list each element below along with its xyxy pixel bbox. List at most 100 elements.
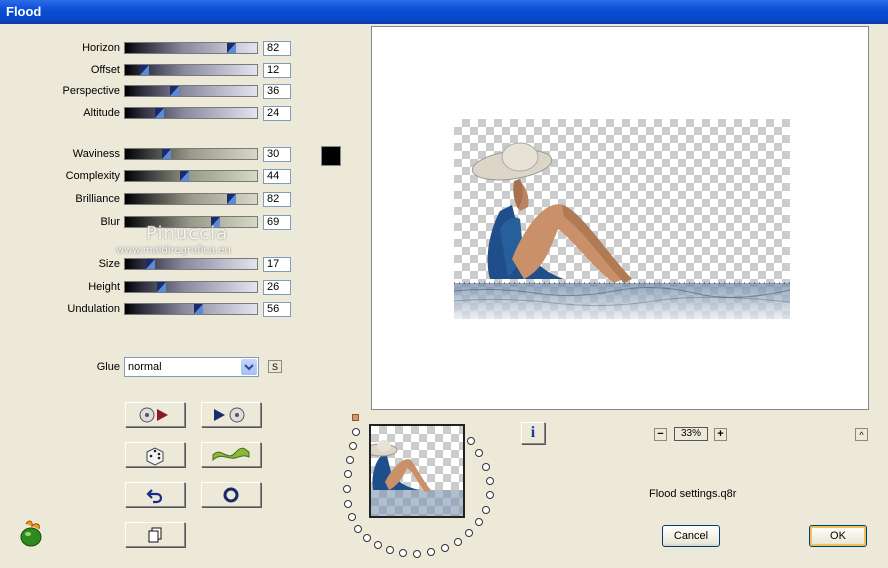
water-color-swatch[interactable] [321,146,341,166]
window-title: Flood [6,4,42,19]
open-preset-button[interactable] [125,402,185,427]
slider-row-undulation: Undulation 56 [3,302,303,318]
slider-label-box: Size [3,257,120,273]
slider-label: Horizon [82,42,120,54]
save-preset-button[interactable] [201,402,261,427]
slider-label: Offset [90,64,120,76]
flood-dialog: Flood Horizon 82 Offset 12 Perspective 36 Alti… [0,0,888,568]
zoom-in-button[interactable]: + [714,428,727,441]
open-preset-icon [139,407,168,422]
expand-up-button[interactable]: ^ [855,428,868,441]
random-dice-icon [146,446,164,466]
reset-button[interactable] [201,482,261,507]
slider-value-field[interactable]: 82 [263,41,291,56]
slider-track[interactable] [124,85,258,97]
slider-value-field[interactable]: 17 [263,257,291,272]
frame-marker [352,414,359,421]
watermark-site: www.maidiregrafica.eu [116,245,231,256]
slider-track[interactable] [124,281,258,293]
glue-s-button[interactable]: S [268,360,282,373]
slider-thumb[interactable] [227,43,236,53]
random-button[interactable] [125,442,185,467]
slider-track[interactable] [124,170,258,182]
dialog-client: Horizon 82 Offset 12 Perspective 36 Altitude 24… [3,24,885,565]
slider-label-box: Altitude [3,106,120,122]
slider-value-field[interactable]: 36 [263,84,291,99]
slider-row-complexity: Complexity 44 [3,169,303,185]
slider-value-field[interactable]: 26 [263,280,291,295]
slider-thumb[interactable] [194,304,203,314]
slider-value-field[interactable]: 30 [263,147,291,162]
slider-value-field[interactable]: 56 [263,302,291,317]
slider-label: Altitude [83,107,120,119]
ok-button[interactable]: OK [809,525,867,547]
slider-row-height: Height 26 [3,280,303,296]
slider-track[interactable] [124,42,258,54]
slider-value-field[interactable]: 24 [263,106,291,121]
slider-track[interactable] [124,258,258,270]
slider-thumb[interactable] [180,171,189,181]
chevron-down-icon[interactable] [241,359,257,375]
preview-pane[interactable] [371,26,869,410]
slider-label-box: Perspective [3,84,120,100]
slider-thumb[interactable] [170,86,179,96]
undo-button[interactable] [125,482,185,507]
slider-value-field[interactable]: 12 [263,63,291,78]
glue-select[interactable]: normal [124,357,259,377]
slider-label: Perspective [62,85,120,97]
slider-label-box: Blur [3,215,120,231]
slider-thumb[interactable] [155,108,164,118]
slider-row-waviness: Waviness 30 [3,147,303,163]
undo-icon [146,488,163,503]
slider-track[interactable] [124,303,258,315]
slider-thumb[interactable] [140,65,149,75]
slider-value-field[interactable]: 82 [263,192,291,207]
frame-thumbnail[interactable] [369,424,465,518]
zoom-level: 33% [674,427,708,441]
slider-label-box: Offset [3,63,120,79]
slider-label-box: Waviness [3,147,120,163]
slider-row-size: Size 17 [3,257,303,273]
slider-row-altitude: Altitude 24 [3,106,303,122]
reset-circle-icon [223,487,239,502]
slider-track[interactable] [124,64,258,76]
zoom-out-button[interactable]: − [654,428,667,441]
slider-label: Blur [100,216,120,228]
preview-image [454,119,790,319]
title-bar[interactable]: Flood [0,0,888,24]
wave-button[interactable] [201,442,261,467]
copy-icon [148,527,162,542]
settings-filename: Flood settings.q8r [649,488,737,500]
save-preset-icon [214,407,245,422]
cancel-button[interactable]: Cancel [662,525,720,547]
flaming-pear-logo-icon [17,518,47,548]
slider-track[interactable] [124,107,258,119]
wave-icon [212,447,250,461]
slider-row-horizon: Horizon 82 [3,41,303,57]
slider-track[interactable] [124,193,258,205]
slider-label: Height [88,281,120,293]
slider-value-field[interactable]: 44 [263,169,291,184]
slider-label: Waviness [72,148,120,160]
slider-row-perspective: Perspective 36 [3,84,303,100]
slider-track[interactable] [124,148,258,160]
slider-thumb[interactable] [162,149,171,159]
watermark-name: Pinuccia [146,223,229,244]
slider-thumb[interactable] [227,194,236,204]
slider-row-offset: Offset 12 [3,63,303,79]
slider-label-box: Undulation [3,302,120,318]
slider-value-field[interactable]: 69 [263,215,291,230]
copy-button[interactable] [125,522,185,547]
slider-row-brilliance: Brilliance 82 [3,192,303,208]
slider-thumb[interactable] [157,282,166,292]
slider-label: Undulation [67,303,120,315]
slider-label-box: Horizon [3,41,120,57]
glue-label: Glue [96,361,120,373]
glue-value: normal [128,361,162,373]
slider-label: Brilliance [75,193,120,205]
slider-label-box: Brilliance [3,192,120,208]
slider-label-box: Complexity [3,169,120,185]
slider-label-box: Height [3,280,120,296]
info-button[interactable]: i [521,422,545,444]
slider-thumb[interactable] [146,259,155,269]
